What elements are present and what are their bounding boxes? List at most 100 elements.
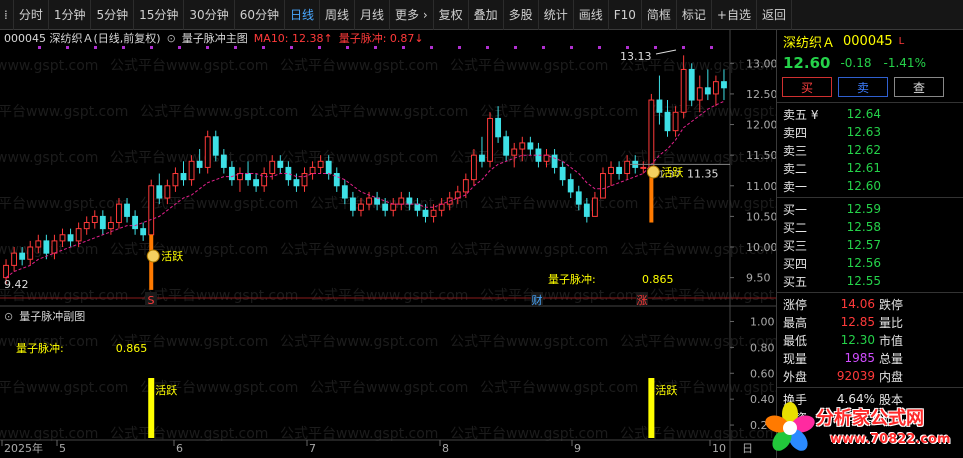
toolbar-item[interactable]: 多股 (504, 0, 539, 30)
order-level-price: 12.58 (846, 220, 881, 234)
indicator-dropdown-icon[interactable]: ⊙ (167, 32, 176, 45)
candle-body (220, 154, 227, 168)
price-line: 12.60 -0.18 -1.41% (777, 52, 963, 74)
candle-body (116, 203, 122, 224)
ask-row[interactable]: 卖二 12.61 (777, 159, 963, 177)
toolbar-item[interactable]: 简框 (642, 0, 677, 30)
kline-chart-area[interactable]: 公式平台www.gspt.com 公式平台www.gspt.com 公式平台www.… (0, 30, 776, 458)
low-price-label: 9.42 (4, 278, 29, 291)
toolbar-item[interactable]: 日线 (285, 0, 320, 30)
signal-dot (626, 46, 629, 49)
indicator-name[interactable]: 量子脉冲主图 (182, 30, 248, 46)
toolbar-item[interactable]: F10 (609, 0, 642, 30)
toolbar-item[interactable]: 5分钟 (91, 0, 135, 30)
toolbar-item[interactable]: 分时 (14, 0, 49, 30)
kline-chart-svg[interactable]: 公式平台www.gspt.com 公式平台www.gspt.com 公式平台www.… (0, 30, 776, 458)
toolbar-item[interactable]: 30分钟 (184, 0, 235, 30)
candle-body (583, 203, 590, 217)
candle-body (648, 99, 655, 168)
signal-dot (682, 46, 685, 49)
flower-logo-icon (765, 402, 815, 451)
candle-body (59, 234, 66, 242)
candle-body (624, 160, 631, 175)
candle-body (325, 160, 332, 175)
signal-dot (150, 46, 153, 49)
bid-row[interactable]: 买四 12.56 (777, 254, 963, 272)
toolbar-item[interactable]: 统计 (539, 0, 574, 30)
candle-body (600, 173, 606, 199)
buy-button[interactable]: 买 (782, 77, 832, 97)
toolbar-item[interactable]: 周线 (320, 0, 355, 30)
bid-row[interactable]: 买二 12.58 (777, 218, 963, 236)
toolbar-item[interactable]: 叠加 (469, 0, 504, 30)
sub-active-label: 活跃 (155, 383, 177, 397)
ask-row[interactable]: 卖三 12.62 (777, 141, 963, 159)
bid-row[interactable]: 买三 12.57 (777, 236, 963, 254)
stats-list: 涨停 14.06 跌停 最高 12.85 量比 最低 12.30 市值 现量 1985 总量 外盘 920… (777, 295, 963, 385)
ask-row[interactable]: 卖四 12.63 (777, 123, 963, 141)
candle-body (567, 179, 574, 193)
candle-body (301, 173, 308, 187)
pulse-value-main: 量子脉冲: 0.87↓ (338, 32, 424, 45)
ask-row[interactable]: 卖五 ¥ 12.64 (777, 105, 963, 123)
watermark-text: 公式平台www.gspt.com (450, 334, 608, 350)
toolbar-item[interactable]: 更多 › (390, 0, 434, 30)
candle-body (75, 228, 82, 242)
signal-dot (458, 46, 461, 49)
toolbar-item[interactable]: 画线 (574, 0, 609, 30)
chart-toolbar: ⁞ 分时 1分钟 5分钟 15分钟 30分钟 60分钟 日线 周线 月线 更多 › 复权 叠加 多股 统计画… (0, 0, 963, 30)
bid-row[interactable]: 买一 12.59 (777, 200, 963, 218)
sell-button[interactable]: 卖 (838, 77, 888, 97)
toolbar-item[interactable]: 返回 (757, 0, 792, 30)
ask-row[interactable]: 卖一 12.60 (777, 177, 963, 195)
candle-body (358, 203, 364, 211)
bid-row[interactable]: 买五 12.55 (777, 272, 963, 290)
signal-dot (514, 46, 517, 49)
coin-badge-icon (146, 249, 160, 263)
stock-header: 深纺织Ａ 000045 L (777, 30, 963, 52)
sub-dropdown-icon[interactable]: ⊙ (4, 310, 13, 323)
price-tick-label: 11.00 (746, 180, 776, 193)
candle-body (212, 136, 219, 156)
stat-right-label: 总量 (879, 351, 904, 366)
pulse-label: 量子脉冲: (548, 272, 596, 286)
candle-body (616, 166, 623, 175)
toolbar-item[interactable]: 月线 (355, 0, 391, 30)
date-label: 2025年 (4, 441, 43, 455)
sub-value-line: 量子脉冲: 0.865 (16, 340, 153, 356)
coin-badge-icon (646, 165, 660, 179)
toolbar-item[interactable]: +自选 (712, 0, 757, 30)
date-label: 10 (712, 442, 726, 455)
query-button[interactable]: 查 (894, 77, 944, 97)
toolbar-item[interactable]: 60分钟 (235, 0, 285, 30)
toolbar-item[interactable]: 1分钟 (49, 0, 92, 30)
candle-body (293, 179, 300, 187)
signal-dot (66, 46, 69, 49)
candle-body (640, 166, 647, 169)
candle-body (99, 215, 106, 230)
candle-body (261, 173, 268, 187)
toolbar-item[interactable]: 15分钟 (134, 0, 185, 30)
price-change: -0.18 (840, 56, 872, 70)
watermark-text: 公式平台www.gspt.com (480, 196, 638, 212)
signal-dot (654, 46, 657, 49)
candle-body (487, 117, 493, 162)
order-level-label: 卖四 (783, 125, 808, 140)
stat-row: 最高 12.85 量比 (777, 313, 963, 331)
watermark-text: 公式平台www.gspt.com (0, 104, 128, 120)
order-level-price: 12.64 (846, 107, 881, 121)
sub-chart-title[interactable]: 量子脉冲副图 (19, 308, 85, 324)
sub-active-label: 活跃 (655, 383, 677, 397)
candle-body (317, 160, 324, 168)
order-level-price: 12.57 (846, 238, 881, 252)
divider (777, 197, 963, 198)
toolbar-item[interactable]: 复权 (434, 0, 469, 30)
watermark-text: 公式平台www.gspt.com (140, 288, 298, 304)
quote-panel: 深纺织Ａ 000045 L 12.60 -0.18 -1.41% 买 卖 查 卖… (776, 30, 963, 458)
price-pct: -1.41% (883, 56, 926, 70)
toolbar-item[interactable]: 标记 (677, 0, 712, 30)
watermark-text: 公式平台www.gspt.com (280, 58, 438, 74)
stock-flag: L (898, 35, 905, 47)
stock-name: 深纺织Ａ (783, 35, 836, 51)
toolbar-grip-icon[interactable]: ⁞ (0, 0, 14, 30)
